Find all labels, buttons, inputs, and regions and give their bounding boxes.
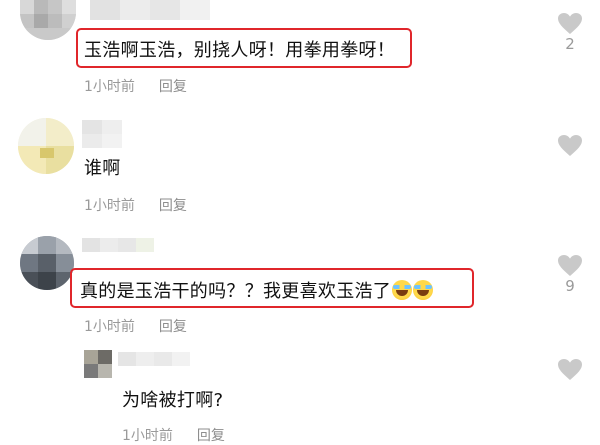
comment-item: 谁啊 1小时前 回复 [0, 118, 600, 218]
username-redacted[interactable] [82, 120, 122, 148]
like-count: 2 [565, 35, 575, 53]
comment-item: 玉浩啊玉浩，别挠人呀！用拳用拳呀！ 1小时前 回复 2 [0, 0, 600, 100]
comment-text-content: 真的是玉浩干的吗？？我更喜欢玉浩了 [80, 281, 392, 302]
reply-button[interactable]: 回复 [159, 79, 187, 95]
like-button[interactable] [557, 134, 583, 157]
avatar[interactable] [20, 236, 74, 290]
comment-text: 真的是玉浩干的吗？？我更喜欢玉浩了 [80, 277, 434, 303]
reply-button[interactable]: 回复 [159, 198, 187, 214]
comment-item: 真的是玉浩干的吗？？我更喜欢玉浩了 1小时前 回复 9 [0, 236, 600, 346]
like-count: 9 [565, 277, 575, 295]
username-redacted[interactable] [90, 0, 210, 20]
comment-meta: 1小时前 回复 [84, 316, 187, 336]
comment-meta: 1小时前 回复 [122, 425, 225, 445]
like-button[interactable] [557, 358, 583, 381]
heart-icon [558, 135, 582, 156]
timestamp: 1小时前 [84, 79, 135, 95]
comment-text: 玉浩啊玉浩，别挠人呀！用拳用拳呀！ [84, 40, 396, 61]
like-button[interactable]: 2 [557, 12, 583, 53]
heart-icon [558, 359, 582, 380]
timestamp: 1小时前 [84, 198, 135, 214]
comment-text: 谁啊 [84, 158, 121, 179]
comment-meta: 1小时前 回复 [84, 195, 187, 215]
reply-button[interactable]: 回复 [159, 319, 187, 335]
username-redacted[interactable] [118, 352, 190, 366]
heart-icon [558, 255, 582, 276]
grinning-tears-emoji-icon [392, 280, 413, 300]
grinning-tears-emoji-icon [413, 280, 434, 300]
like-button[interactable]: 9 [557, 254, 583, 295]
comment-item: 为啥被打啊? 1小时前 回复 [0, 350, 600, 445]
username-redacted[interactable] [82, 238, 154, 252]
avatar[interactable] [18, 118, 74, 174]
comment-meta: 1小时前 回复 [84, 76, 187, 96]
comment-text: 为啥被打啊? [122, 390, 224, 411]
avatar[interactable] [84, 350, 112, 378]
reply-button[interactable]: 回复 [197, 428, 225, 444]
avatar[interactable] [20, 0, 76, 40]
timestamp: 1小时前 [122, 428, 173, 444]
timestamp: 1小时前 [84, 319, 135, 335]
heart-icon [558, 13, 582, 34]
